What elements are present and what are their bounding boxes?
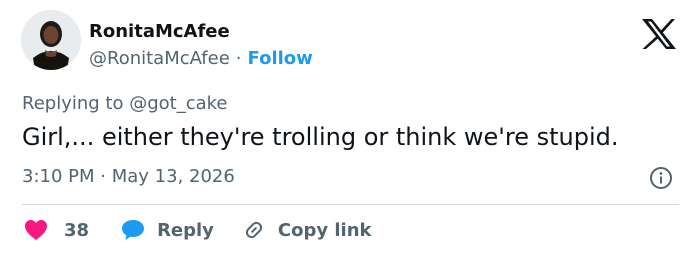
avatar[interactable]	[21, 10, 81, 70]
replying-prefix: Replying to	[22, 93, 124, 114]
tweet-card: RonitaMcAfee @RonitaMcAfee · Follow Replyi…	[0, 0, 700, 256]
divider	[22, 204, 679, 205]
action-bar: 38 Reply Copy link	[24, 214, 372, 246]
display-name[interactable]: RonitaMcAfee	[89, 20, 230, 44]
copy-link-label: Copy link	[277, 219, 372, 241]
user-handle[interactable]: @RonitaMcAfee	[89, 48, 230, 69]
heart-icon	[24, 219, 48, 241]
copy-link-button[interactable]: Copy link	[242, 218, 372, 242]
info-icon[interactable]	[649, 166, 673, 190]
tweet-text: Girl,... either they're trolling or thin…	[22, 123, 619, 151]
x-logo-icon[interactable]	[641, 18, 677, 50]
reply-button[interactable]: Reply	[121, 219, 214, 241]
tweet-time: 3:10 PM	[22, 166, 95, 187]
timestamp[interactable]: 3:10 PM · May 13, 2026	[22, 164, 235, 190]
timestamp-separator: ·	[100, 166, 106, 187]
like-count: 38	[64, 219, 90, 241]
handle-row: @RonitaMcAfee · Follow	[89, 47, 313, 71]
link-icon	[242, 218, 266, 242]
reply-bubble-icon	[121, 219, 145, 241]
replying-to-handle[interactable]: @got_cake	[129, 93, 227, 114]
reply-label: Reply	[157, 219, 214, 241]
replying-to: Replying to @got_cake	[22, 92, 228, 116]
like-button[interactable]: 38	[24, 219, 89, 241]
separator-dot: ·	[235, 48, 242, 69]
tweet-date: May 13, 2026	[111, 166, 235, 187]
follow-button[interactable]: Follow	[248, 48, 313, 69]
